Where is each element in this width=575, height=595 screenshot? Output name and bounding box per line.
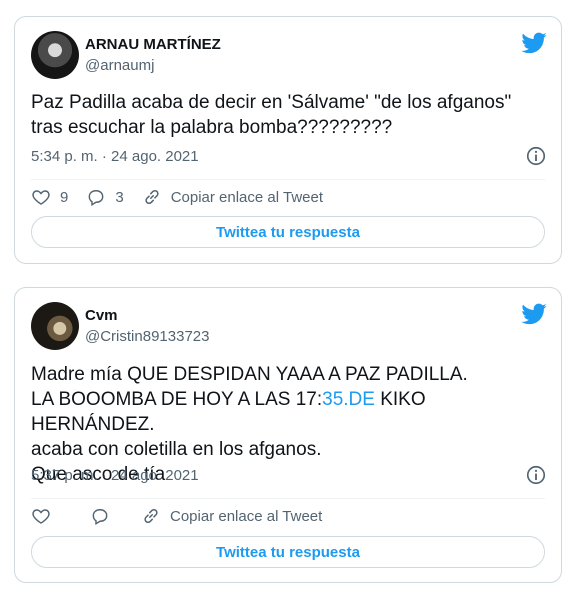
copy-link-button[interactable]: Copiar enlace al Tweet [141,506,322,526]
author-handle[interactable]: @Cristin89133723 [85,328,209,345]
twitter-bird-icon[interactable] [521,30,547,56]
like-button[interactable]: 9 [31,187,68,207]
author-name[interactable]: ARNAU MARTÍNEZ [85,36,221,53]
divider [31,179,545,180]
link-icon [145,189,159,205]
reply-button[interactable]: Twittea tu respuesta [31,216,545,248]
reply-count-button[interactable] [90,506,119,526]
like-button[interactable] [31,506,60,526]
tweet-text: Paz Padilla acaba de decir en 'Sálvame' … [31,92,512,138]
reply-button[interactable]: Twittea tu respuesta [31,536,545,568]
info-icon[interactable] [525,464,547,486]
copy-link-label: Copiar enlace al Tweet [170,188,324,206]
divider [31,498,545,499]
author-handle[interactable]: @arnaumj [85,57,154,74]
copy-link-button[interactable]: Copiar enlace al Tweet [142,187,323,207]
tweet-timestamp[interactable]: 5:34 p. m. · 24 ago. 2021 [31,148,199,165]
tweet-actions: Copiar enlace al Tweet [31,506,340,526]
tweet-card: ARNAU MARTÍNEZ @arnaumj Paz Padilla acab… [14,16,562,264]
tweet-timestamp[interactable]: 5:37 p. m. · 24 ago. 2021 [31,467,199,484]
reply-icon [88,190,104,207]
reply-count: 3 [115,188,124,206]
tweet-card: Cvm @Cristin89133723 Madre mía QUE DESPI… [14,287,562,583]
info-icon[interactable] [525,145,547,167]
twitter-bird-icon[interactable] [521,301,547,327]
tweet-actions: 9 3 Copiar enlace al Tweet [31,187,341,207]
link-icon [144,508,158,524]
avatar[interactable] [31,302,79,350]
author-name[interactable]: Cvm [85,307,118,324]
heart-icon [32,509,50,524]
tweet-link[interactable]: 35.DE [322,389,375,410]
reply-icon [92,509,108,526]
heart-icon [32,190,50,205]
avatar[interactable] [31,31,79,79]
copy-link-label: Copiar enlace al Tweet [170,507,323,525]
like-count: 9 [60,188,69,206]
reply-count-button[interactable]: 3 [86,187,124,207]
